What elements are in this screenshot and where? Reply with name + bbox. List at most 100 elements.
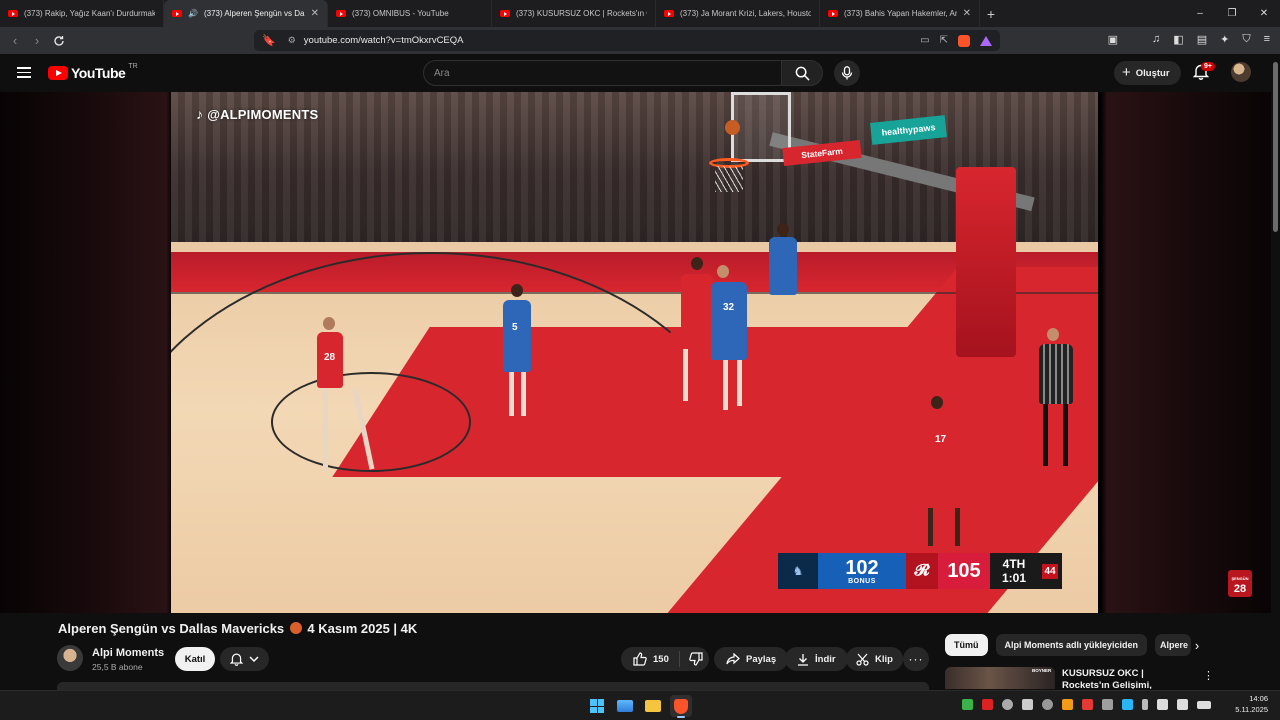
site-settings-icon[interactable]: ⚙ (288, 35, 296, 46)
youtube-favicon-icon (336, 10, 346, 17)
like-button[interactable]: 150 (621, 651, 680, 667)
clip-button[interactable]: Klip (846, 647, 903, 671)
basketball-emoji-icon (289, 622, 302, 634)
tray-app-icon[interactable] (1002, 699, 1013, 710)
tray-app-icon[interactable] (1022, 699, 1033, 710)
player-head (511, 284, 523, 297)
tray-app-icon[interactable] (1062, 699, 1073, 710)
chip-from-uploader[interactable]: Alpi Moments adlı yükleyiciden (995, 634, 1148, 656)
search-box[interactable] (423, 60, 782, 86)
chip-all[interactable]: Tümü (945, 634, 988, 656)
taskbar-file-explorer[interactable] (642, 695, 664, 717)
download-button[interactable]: İndir (785, 647, 848, 671)
network-icon[interactable] (1157, 699, 1168, 710)
recommended-video-menu-icon[interactable]: ⋮ (1203, 669, 1214, 682)
speaker-icon[interactable]: 🔊 (188, 9, 198, 18)
browser-tab-active[interactable]: 🔊 (373) Alperen Şengün vs Dall ✕ (164, 0, 328, 27)
widgets-icon (617, 700, 633, 712)
taskbar-widgets[interactable] (614, 695, 636, 717)
wallet-icon[interactable]: ▣ (1108, 33, 1118, 46)
basketball (725, 120, 740, 135)
share-icon[interactable]: ⇱ (940, 35, 948, 46)
minimize-button[interactable]: – (1184, 0, 1216, 27)
referee-head (1047, 328, 1059, 341)
tab-title: (373) Ja Morant Krizi, Lakers, Houston (680, 9, 811, 18)
wallet-extension-icon[interactable]: ▤ (1197, 33, 1207, 46)
brave-rewards-icon[interactable] (980, 35, 992, 46)
tiktok-logo-icon: ♪ (196, 106, 204, 122)
search-button[interactable] (781, 60, 823, 86)
microphone-tray-icon[interactable] (1142, 699, 1148, 710)
sidebar-icon[interactable]: ◧ (1173, 33, 1183, 46)
tray-app-icon[interactable] (1102, 699, 1113, 710)
close-tab-icon[interactable]: ✕ (963, 8, 971, 19)
leo-ai-icon[interactable]: ✦ (1220, 33, 1229, 46)
forward-button[interactable]: › (26, 30, 48, 52)
account-avatar[interactable] (1231, 62, 1251, 82)
browser-tab[interactable]: (373) Bahis Yapan Hakemler, Arne Slo ✕ (820, 0, 980, 27)
youtube-logo[interactable]: YouTube TR (48, 63, 138, 81)
tray-app-icon[interactable] (1082, 699, 1093, 710)
media-icon[interactable]: ♫ (1152, 33, 1160, 46)
guide-menu-icon[interactable] (17, 67, 31, 78)
folder-icon (645, 700, 661, 712)
battery-icon[interactable] (1197, 700, 1211, 709)
menu-icon[interactable]: ≡ (1264, 33, 1270, 46)
like-dislike-group: 150 (621, 647, 709, 671)
volume-icon[interactable] (1177, 699, 1188, 710)
brave-shields-icon[interactable] (958, 34, 970, 47)
brave-browser-icon (674, 698, 688, 714)
tray-app-icon[interactable] (1122, 699, 1133, 710)
scrollbar-thumb[interactable] (1273, 62, 1278, 232)
channel-branding-badge[interactable]: ŞENGÜN 28 (1228, 570, 1252, 597)
address-bar[interactable]: 🔖 ⚙ youtube.com/watch?v=tmOkxrvCEQA ▭ ⇱ (254, 30, 1000, 51)
taskbar-brave-browser[interactable] (670, 695, 692, 718)
away-score-panel: 102 BONUS (818, 553, 906, 589)
scoreboard-overlay: ♞ 102 BONUS 𝓡 105 4TH 1:01 44 (778, 553, 1062, 589)
vpn-icon[interactable]: ⛉ (1242, 33, 1250, 46)
description-box[interactable] (57, 682, 929, 690)
taskbar-clock[interactable]: 14:06 5.11.2025 (1226, 693, 1268, 715)
subscription-bell-button[interactable] (220, 647, 269, 671)
dislike-button[interactable] (680, 652, 712, 666)
start-button[interactable] (586, 695, 608, 717)
clock-date: 5.11.2025 (1235, 705, 1268, 714)
tab-title: (373) OMNIBUS - YouTube (352, 9, 449, 18)
bookmark-icon[interactable]: 🔖 (262, 34, 276, 47)
tray-app-icon[interactable] (962, 699, 973, 710)
youtube-play-icon (48, 66, 68, 80)
close-tab-icon[interactable]: ✕ (311, 8, 319, 19)
recommended-video-title[interactable]: KUSURSUZ OKC | Rockets'ın Gelişimi, Port… (1062, 668, 1192, 689)
system-tray (962, 699, 1211, 710)
more-actions-button[interactable]: ··· (903, 647, 929, 671)
related-filter-chips: Tümü Alpi Moments adlı yükleyiciden Alpe… (945, 634, 1192, 656)
video-player[interactable]: healthypaws StateFarm 28 5 32 17 ♪ @ALPI… (171, 92, 1098, 613)
tray-app-icon[interactable] (1042, 699, 1053, 710)
close-window-button[interactable]: ✕ (1248, 0, 1280, 27)
chip-alperen[interactable]: Alpere (1155, 634, 1192, 656)
join-button[interactable]: Katıl (175, 647, 215, 671)
tray-app-icon[interactable] (982, 699, 993, 710)
chips-next-icon[interactable]: › (1188, 636, 1206, 654)
new-tab-button[interactable]: + (980, 0, 1002, 27)
channel-avatar[interactable] (57, 645, 83, 671)
cast-icon[interactable]: ▭ (920, 35, 929, 46)
share-button[interactable]: Paylaş (714, 647, 789, 671)
badge-number: 28 (1233, 582, 1247, 595)
create-button[interactable]: + Oluştur (1114, 61, 1181, 85)
window-controls: – ❐ ✕ (1184, 0, 1280, 27)
reload-button[interactable] (48, 30, 70, 52)
browser-tab[interactable]: (373) Ja Morant Krizi, Lakers, Houston (656, 0, 820, 27)
browser-tab[interactable]: (373) OMNIBUS - YouTube (328, 0, 492, 27)
browser-tab[interactable]: (373) KUSURSUZ OKC | Rockets'ın Ge (492, 0, 656, 27)
maximize-button[interactable]: ❐ (1216, 0, 1248, 27)
tab-title: (373) Rakip, Yağız Kaan'ı Durdurmak (24, 9, 155, 18)
back-button[interactable]: ‹ (4, 30, 26, 52)
url-text[interactable]: youtube.com/watch?v=tmOkxrvCEQA (304, 35, 464, 46)
search-input[interactable] (434, 67, 781, 79)
recommended-video-thumbnail[interactable]: BOYNER (945, 667, 1055, 689)
browser-tab[interactable]: (373) Rakip, Yağız Kaan'ı Durdurmak (0, 0, 164, 27)
channel-name[interactable]: Alpi Moments (92, 647, 164, 659)
away-score: 102 (845, 556, 879, 579)
voice-search-button[interactable] (834, 60, 860, 86)
